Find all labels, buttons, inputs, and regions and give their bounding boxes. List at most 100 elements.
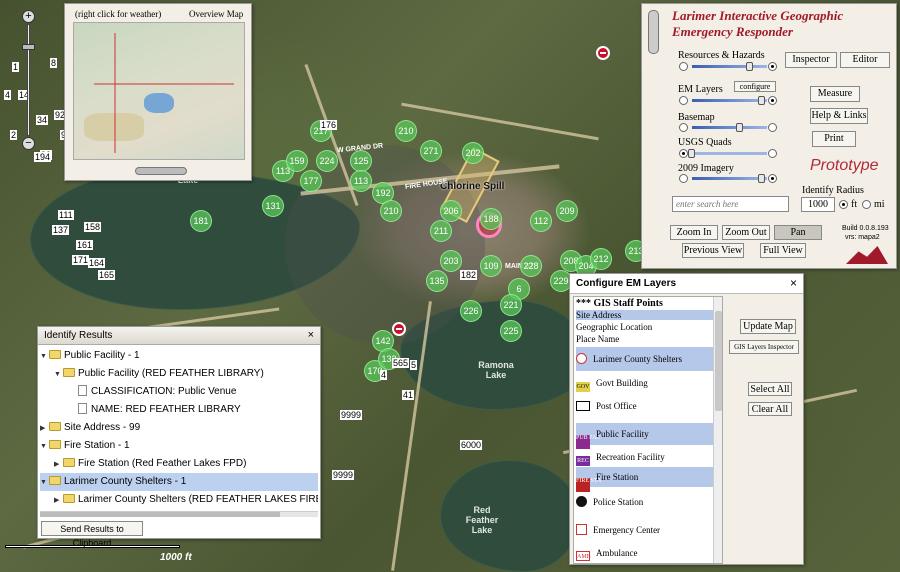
site-address-marker[interactable]: 194 xyxy=(34,152,52,162)
layer-ambulance[interactable]: AMB Ambulance xyxy=(576,545,714,561)
site-address-marker[interactable]: 158 xyxy=(84,222,102,232)
staff-point-marker[interactable]: 202 xyxy=(462,142,484,164)
overview-map-image[interactable] xyxy=(73,22,245,160)
site-address-marker[interactable]: 137 xyxy=(52,225,70,235)
staff-point-marker[interactable]: 228 xyxy=(520,255,542,277)
resources-radio-on[interactable] xyxy=(768,62,777,71)
site-address-marker[interactable]: 4 xyxy=(380,370,388,380)
staff-point-marker[interactable]: 177 xyxy=(300,170,322,192)
em-slider[interactable] xyxy=(692,99,767,102)
search-input[interactable] xyxy=(672,196,789,212)
unit-ft-radio[interactable] xyxy=(839,200,848,209)
imagery-radio-on[interactable] xyxy=(768,174,777,183)
site-address-marker[interactable]: 9999 xyxy=(340,410,363,420)
layer-gis-staff-points[interactable]: *** GIS Staff Points xyxy=(576,298,714,309)
staff-point-marker[interactable]: 112 xyxy=(530,210,552,232)
imagery-slider[interactable] xyxy=(692,177,767,180)
gis-layers-inspector-button[interactable]: GIS Layers Inspector xyxy=(729,340,799,354)
measure-button[interactable]: Measure xyxy=(810,86,860,102)
collapse-arrow-icon[interactable]: ▼ xyxy=(40,474,49,491)
em-slider-knob[interactable] xyxy=(758,96,765,105)
site-address-marker[interactable]: 161 xyxy=(76,240,94,250)
staff-point-marker[interactable]: 159 xyxy=(286,150,308,172)
expand-arrow-icon[interactable]: ▶ xyxy=(54,492,63,509)
staff-point-marker[interactable]: 113 xyxy=(350,170,372,192)
layer-site-address[interactable]: Site Address xyxy=(576,310,714,320)
pan-button[interactable]: Pan xyxy=(774,225,822,240)
site-address-marker[interactable]: 5 xyxy=(410,360,418,370)
print-button[interactable]: Print xyxy=(812,131,856,147)
previous-view-button[interactable]: Previous View xyxy=(682,243,744,258)
zoom-in-icon[interactable]: + xyxy=(22,10,35,23)
layer-post-office[interactable]: Post Office xyxy=(576,397,714,415)
staff-point-marker[interactable]: 210 xyxy=(380,200,402,222)
staff-point-marker[interactable]: 224 xyxy=(316,150,338,172)
site-address-marker[interactable]: 41 xyxy=(402,390,415,400)
site-address-marker[interactable]: 176 xyxy=(320,120,338,130)
inspector-button[interactable]: Inspector xyxy=(785,52,837,68)
site-address-marker[interactable]: 9999 xyxy=(332,470,355,480)
panel-collapse-handle[interactable] xyxy=(648,10,659,54)
staff-point-marker[interactable]: 203 xyxy=(440,250,462,272)
collapse-arrow-icon[interactable]: ▼ xyxy=(54,366,63,383)
zoom-slider[interactable]: + − xyxy=(22,10,36,150)
road-closed-icon[interactable] xyxy=(596,46,610,60)
tree-row-classification[interactable]: CLASSIFICATION: Public Venue xyxy=(40,383,318,401)
imagery-radio-off[interactable] xyxy=(679,174,688,183)
em-radio-off[interactable] xyxy=(679,96,688,105)
layer-govt-building[interactable]: GOV Govt Building xyxy=(576,375,714,392)
site-address-marker[interactable]: 165 xyxy=(98,270,116,280)
site-address-marker[interactable]: 34 xyxy=(36,115,49,125)
site-address-marker[interactable]: 182 xyxy=(460,270,478,280)
resources-slider-knob[interactable] xyxy=(746,62,753,71)
usgs-radio-off[interactable] xyxy=(679,149,688,158)
collapse-arrow-icon[interactable]: ▼ xyxy=(40,348,49,365)
site-address-marker[interactable]: 171 xyxy=(72,255,90,265)
layer-police-station[interactable]: Police Station xyxy=(576,493,714,511)
layer-recreation-facility[interactable]: REC Recreation Facility xyxy=(576,449,714,466)
overview-collapse-handle[interactable] xyxy=(135,167,187,175)
full-view-button[interactable]: Full View xyxy=(760,243,806,258)
staff-point-marker[interactable]: 125 xyxy=(350,150,372,172)
staff-point-marker[interactable]: 109 xyxy=(480,255,502,277)
identify-radius-input[interactable]: 1000 xyxy=(801,197,835,212)
select-all-button[interactable]: Select All xyxy=(748,382,792,396)
em-radio-on[interactable] xyxy=(768,96,777,105)
layers-scrollbar[interactable] xyxy=(713,297,722,563)
staff-point-marker[interactable]: 271 xyxy=(420,140,442,162)
staff-point-marker[interactable]: 135 xyxy=(426,270,448,292)
identify-close-icon[interactable]: × xyxy=(308,329,314,341)
zoom-in-button[interactable]: Zoom In xyxy=(670,225,718,240)
layer-public-facility[interactable]: PUB FACPublic Facility xyxy=(576,423,714,449)
zoom-track[interactable] xyxy=(27,24,30,136)
resources-slider[interactable] xyxy=(692,65,767,68)
usgs-radio-on[interactable] xyxy=(768,149,777,158)
layer-geographic-location[interactable]: Geographic Location xyxy=(576,322,714,332)
site-address-marker[interactable]: 111 xyxy=(58,210,74,220)
tree-row-fire-station-detail[interactable]: ▶ Fire Station (Red Feather Lakes FPD) xyxy=(40,455,318,473)
tree-row-shelters[interactable]: ▼ Larimer County Shelters - 1 xyxy=(40,473,318,491)
road-closed-icon[interactable] xyxy=(392,322,406,336)
overview-map-panel[interactable]: (right click for weather) Overview Map xyxy=(64,3,252,181)
tree-row-shelter-detail[interactable]: ▶ Larimer County Shelters (RED FEATHER LA… xyxy=(40,491,318,509)
site-address-marker[interactable]: 1 xyxy=(12,62,20,72)
site-address-marker[interactable]: 2 xyxy=(10,130,18,140)
layer-fire-station[interactable]: FIRE STAFire Station xyxy=(576,467,714,492)
expand-arrow-icon[interactable]: ▶ xyxy=(54,456,63,473)
tree-row-public-facility[interactable]: ▼ Public Facility - 1 xyxy=(40,347,318,365)
staff-point-marker[interactable]: 188 xyxy=(480,208,502,230)
site-address-marker[interactable]: 565 xyxy=(392,358,410,368)
tree-row-fire-station[interactable]: ▼ Fire Station - 1 xyxy=(40,437,318,455)
staff-point-marker[interactable]: 211 xyxy=(430,220,452,242)
imagery-slider-knob[interactable] xyxy=(758,174,765,183)
layer-shelters[interactable]: Larimer County Shelters xyxy=(576,347,714,371)
staff-point-marker[interactable]: 181 xyxy=(190,210,212,232)
tree-row-name[interactable]: NAME: RED FEATHER LIBRARY xyxy=(40,401,318,419)
zoom-thumb[interactable] xyxy=(22,44,35,50)
tree-row-red-feather-library[interactable]: ▼ Public Facility (RED FEATHER LIBRARY) xyxy=(40,365,318,383)
site-address-marker[interactable]: 6000 xyxy=(460,440,483,450)
update-map-button[interactable]: Update Map xyxy=(740,319,796,334)
configure-button[interactable]: configure xyxy=(734,81,776,92)
config-close-icon[interactable]: × xyxy=(790,276,797,290)
unit-mi-radio[interactable] xyxy=(862,200,871,209)
